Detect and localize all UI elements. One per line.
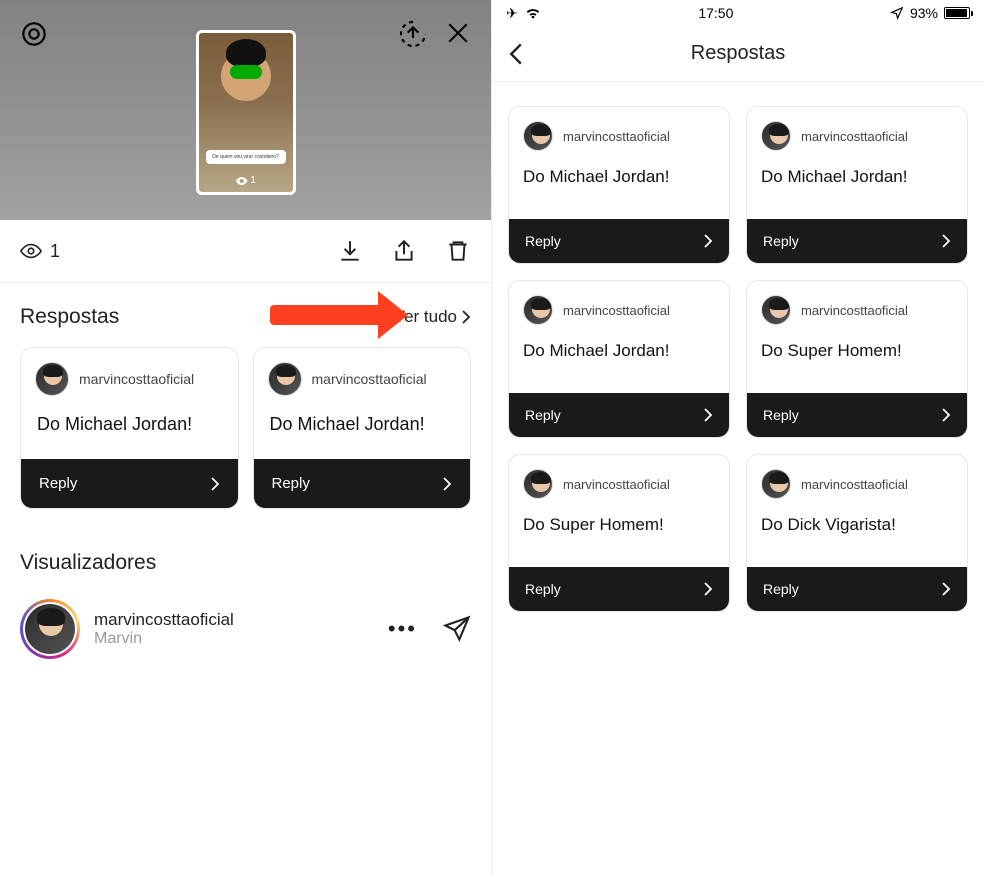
viewers-heading: Visualizadores <box>0 533 491 589</box>
reply-answer: Do Dick Vigarista! <box>747 507 967 567</box>
reply-card[interactable]: marvincosttaoficial Do Dick Vigarista! R… <box>746 454 968 612</box>
reply-username: marvincosttaoficial <box>312 371 427 387</box>
responses-full-pane: ✈ 17:50 93% Respostas <box>492 0 984 875</box>
chevron-right-icon <box>703 582 713 596</box>
responses-heading: Respostas <box>20 305 119 329</box>
reply-label: Reply <box>525 233 561 249</box>
settings-icon[interactable] <box>18 18 50 50</box>
story-thumbnail[interactable]: De quem vou virar costoleiro? 1 <box>196 30 296 195</box>
reply-username: marvincosttaoficial <box>801 477 908 492</box>
location-icon <box>890 6 904 20</box>
status-time: 17:50 <box>542 5 890 21</box>
reply-button[interactable]: Reply <box>254 459 471 508</box>
reply-label: Reply <box>272 475 310 492</box>
reply-button[interactable]: Reply <box>747 567 967 611</box>
reply-card[interactable]: marvincosttaoficial Do Super Homem! Repl… <box>746 280 968 438</box>
battery-icon <box>944 7 970 19</box>
reply-label: Reply <box>525 581 561 597</box>
reply-username: marvincosttaoficial <box>563 477 670 492</box>
reply-answer: Do Michael Jordan! <box>254 404 471 459</box>
story-question-sticker: De quem vou virar costoleiro? <box>206 150 286 164</box>
battery-percent: 93% <box>910 5 938 21</box>
avatar[interactable] <box>268 362 302 396</box>
more-options-icon[interactable]: ••• <box>388 616 417 642</box>
reply-button[interactable]: Reply <box>509 393 729 437</box>
reply-username: marvincosttaoficial <box>563 129 670 144</box>
chevron-right-icon <box>703 234 713 248</box>
reply-label: Reply <box>763 581 799 597</box>
download-icon[interactable] <box>337 238 363 264</box>
reply-button[interactable]: Reply <box>21 459 238 508</box>
airplane-mode-icon: ✈ <box>506 5 518 22</box>
status-bar: ✈ 17:50 93% <box>492 0 984 26</box>
reply-button[interactable]: Reply <box>509 219 729 263</box>
reply-label: Reply <box>39 475 77 492</box>
avatar[interactable] <box>20 599 80 659</box>
reply-answer: Do Super Homem! <box>747 333 967 393</box>
back-icon[interactable] <box>508 42 524 66</box>
responses-cards-row: marvincosttaoficial Do Michael Jordan! R… <box>0 347 491 533</box>
chevron-right-icon <box>703 408 713 422</box>
delete-icon[interactable] <box>445 238 471 264</box>
reply-answer: Do Michael Jordan! <box>509 159 729 219</box>
reply-button[interactable]: Reply <box>509 567 729 611</box>
reply-button[interactable]: Reply <box>747 393 967 437</box>
avatar[interactable] <box>761 295 791 325</box>
viewer-display-name: Marvin <box>94 630 234 648</box>
reply-answer: Do Michael Jordan! <box>747 159 967 219</box>
reply-username: marvincosttaoficial <box>79 371 194 387</box>
reply-button[interactable]: Reply <box>747 219 967 263</box>
view-count: 1 <box>20 241 60 262</box>
page-title: Respostas <box>691 42 786 65</box>
chevron-right-icon <box>210 477 220 491</box>
avatar[interactable] <box>523 295 553 325</box>
reply-card[interactable]: marvincosttaoficial Do Super Homem! Repl… <box>508 454 730 612</box>
reply-answer: Do Super Homem! <box>509 507 729 567</box>
story-header: De quem vou virar costoleiro? 1 <box>0 0 491 220</box>
chevron-right-icon <box>941 582 951 596</box>
avatar[interactable] <box>35 362 69 396</box>
viewer-row[interactable]: marvincosttaoficial Marvin ••• <box>0 589 491 669</box>
share-icon[interactable] <box>391 238 417 264</box>
nav-bar: Respostas <box>492 26 984 82</box>
thumb-viewers-count: 1 <box>235 175 256 186</box>
chevron-right-icon <box>941 408 951 422</box>
save-highlight-icon[interactable] <box>397 18 429 50</box>
chevron-right-icon <box>442 477 452 491</box>
avatar[interactable] <box>523 121 553 151</box>
reply-answer: Do Michael Jordan! <box>21 404 238 459</box>
avatar[interactable] <box>761 121 791 151</box>
wifi-icon <box>524 6 542 20</box>
reply-label: Reply <box>763 233 799 249</box>
responses-grid: marvincosttaoficial Do Michael Jordan! R… <box>492 82 984 636</box>
avatar[interactable] <box>761 469 791 499</box>
avatar[interactable] <box>523 469 553 499</box>
story-insights-pane: De quem vou virar costoleiro? 1 1 <box>0 0 492 875</box>
send-message-icon[interactable] <box>443 615 471 643</box>
reply-card[interactable]: marvincosttaoficial Do Michael Jordan! R… <box>746 106 968 264</box>
reply-username: marvincosttaoficial <box>801 303 908 318</box>
reply-username: marvincosttaoficial <box>563 303 670 318</box>
reply-answer: Do Michael Jordan! <box>509 333 729 393</box>
viewer-username: marvincosttaoficial <box>94 610 234 630</box>
reply-card[interactable]: marvincosttaoficial Do Michael Jordan! R… <box>508 280 730 438</box>
reply-card[interactable]: marvincosttaoficial Do Michael Jordan! R… <box>253 347 472 509</box>
tutorial-arrow <box>270 305 380 325</box>
action-bar: 1 <box>0 220 491 283</box>
reply-label: Reply <box>763 407 799 423</box>
chevron-right-icon <box>941 234 951 248</box>
reply-username: marvincosttaoficial <box>801 129 908 144</box>
reply-label: Reply <box>525 407 561 423</box>
reply-card[interactable]: marvincosttaoficial Do Michael Jordan! R… <box>508 106 730 264</box>
reply-card[interactable]: marvincosttaoficial Do Michael Jordan! R… <box>20 347 239 509</box>
close-icon[interactable] <box>443 18 473 48</box>
